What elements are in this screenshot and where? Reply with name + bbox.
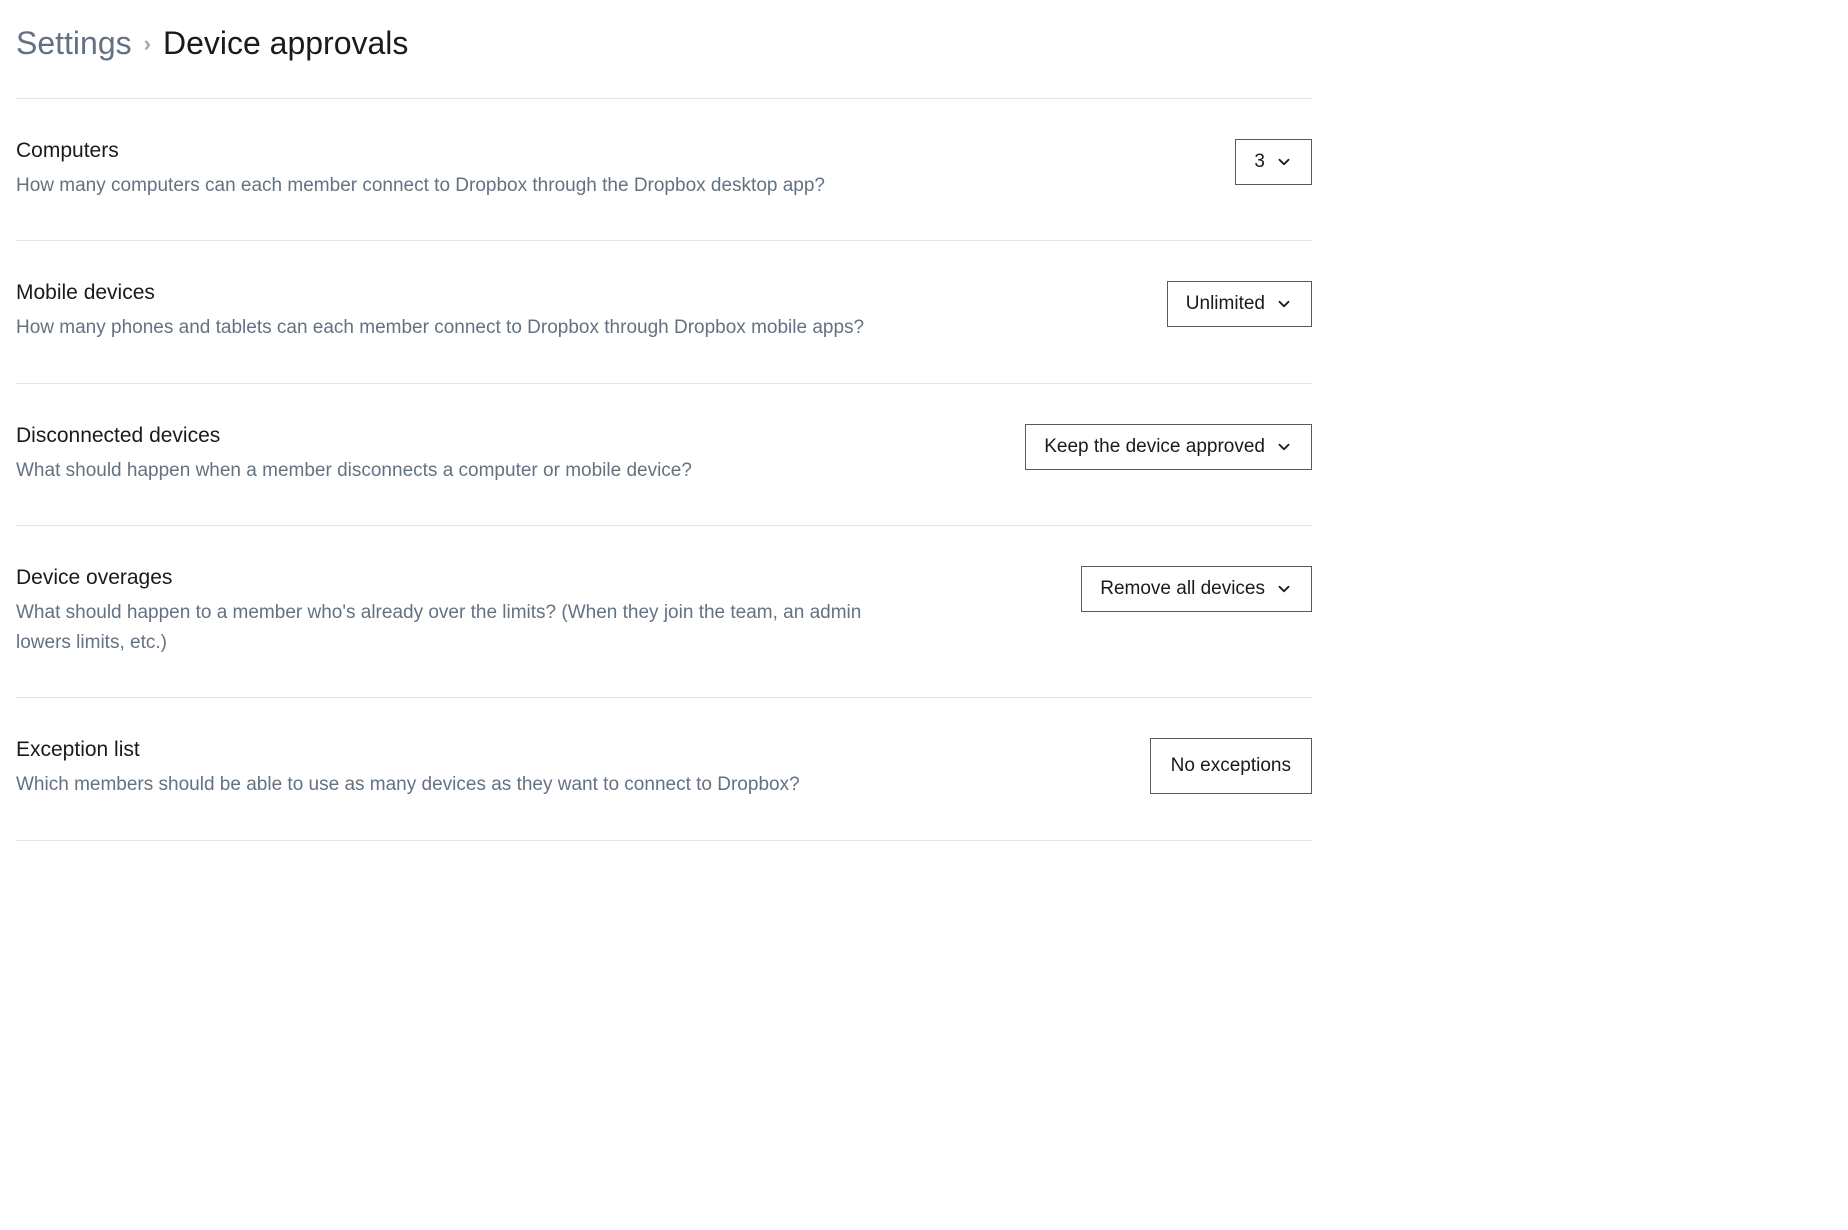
- setting-title: Computers: [16, 139, 876, 163]
- setting-description: How many computers can each member conne…: [16, 171, 876, 200]
- device-overages-select[interactable]: Remove all devices: [1081, 566, 1312, 612]
- setting-title: Exception list: [16, 738, 876, 762]
- disconnected-devices-select-value: Keep the device approved: [1044, 436, 1265, 458]
- setting-row-computers: Computers How many computers can each me…: [16, 99, 1312, 241]
- setting-row-overages: Device overages What should happen to a …: [16, 526, 1312, 698]
- exception-list-button-label: No exceptions: [1171, 755, 1291, 777]
- breadcrumb-separator-icon: ›: [144, 31, 151, 57]
- setting-description: How many phones and tablets can each mem…: [16, 313, 876, 342]
- setting-description: Which members should be able to use as m…: [16, 770, 876, 799]
- breadcrumb: Settings › Device approvals: [16, 25, 1312, 99]
- setting-description: What should happen when a member disconn…: [16, 456, 876, 485]
- breadcrumb-parent[interactable]: Settings: [16, 25, 132, 62]
- mobile-devices-select-value: Unlimited: [1186, 293, 1265, 315]
- mobile-devices-select[interactable]: Unlimited: [1167, 281, 1312, 327]
- breadcrumb-current: Device approvals: [163, 25, 408, 62]
- setting-description: What should happen to a member who's alr…: [16, 598, 876, 657]
- setting-title: Mobile devices: [16, 281, 876, 305]
- exception-list-button[interactable]: No exceptions: [1150, 738, 1312, 794]
- computers-select-value: 3: [1254, 151, 1265, 173]
- setting-title: Disconnected devices: [16, 424, 876, 448]
- computers-select[interactable]: 3: [1235, 139, 1312, 185]
- setting-row-disconnected: Disconnected devices What should happen …: [16, 384, 1312, 526]
- disconnected-devices-select[interactable]: Keep the device approved: [1025, 424, 1312, 470]
- chevron-down-icon: [1275, 580, 1293, 598]
- setting-row-mobile: Mobile devices How many phones and table…: [16, 241, 1312, 383]
- chevron-down-icon: [1275, 295, 1293, 313]
- setting-row-exceptions: Exception list Which members should be a…: [16, 698, 1312, 840]
- device-overages-select-value: Remove all devices: [1100, 578, 1265, 600]
- chevron-down-icon: [1275, 153, 1293, 171]
- setting-title: Device overages: [16, 566, 876, 590]
- chevron-down-icon: [1275, 438, 1293, 456]
